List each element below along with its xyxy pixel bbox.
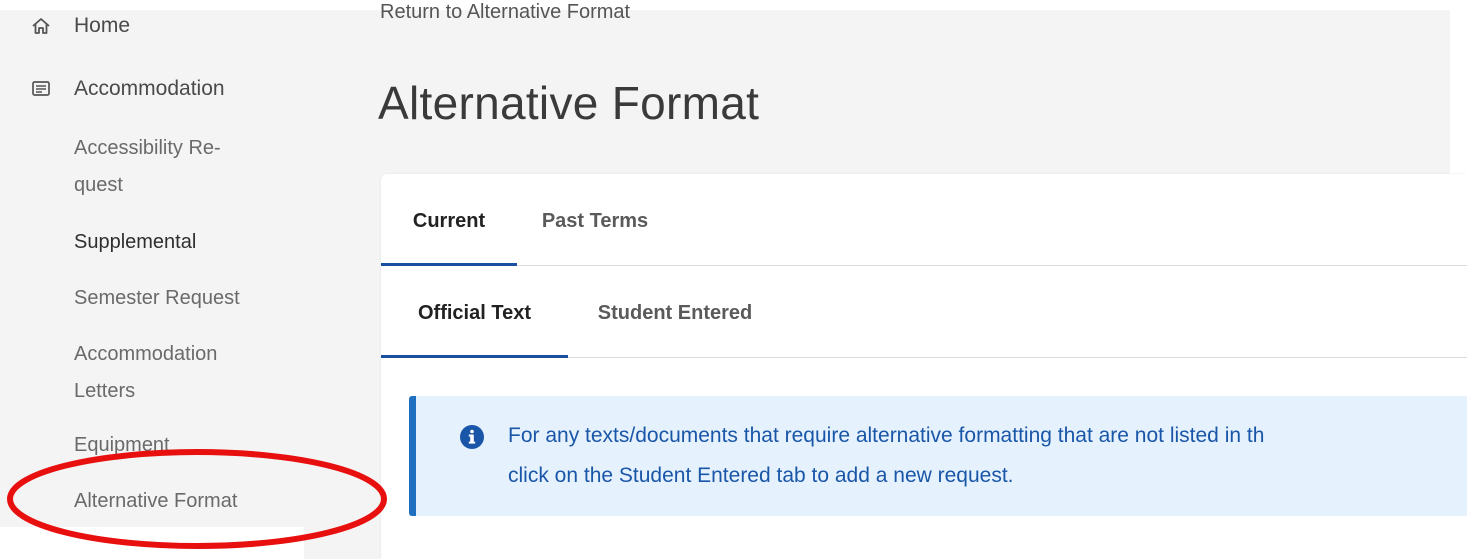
sidebar-item-equipment[interactable]: Equipment: [74, 427, 274, 464]
sidebar-item-alternative-format[interactable]: Alternative Format: [74, 483, 274, 520]
list-icon: [30, 78, 52, 100]
home-icon: [30, 15, 52, 37]
sidebar-item-label: Home: [74, 14, 131, 37]
alert-message: For any texts/documents that require alt…: [508, 416, 1467, 496]
alert-message-line: click on the Student Entered tab to add …: [508, 464, 1014, 487]
info-icon: [460, 425, 484, 449]
alert-message-line: For any texts/documents that require alt…: [508, 424, 1265, 447]
tab-past-terms[interactable]: Past Terms: [517, 174, 673, 266]
sidebar-item-supplemental[interactable]: Supplemental: [74, 224, 274, 261]
sidebar-item-semester-request[interactable]: Semester Request: [74, 280, 274, 317]
tab-student-entered[interactable]: Student Entered: [568, 266, 782, 358]
text-type-tabs: Official Text Student Entered: [381, 266, 1467, 358]
tab-official-text[interactable]: Official Text: [381, 266, 568, 358]
sidebar-item-accommodation-letters[interactable]: Accommodation Letters: [74, 336, 274, 410]
breadcrumb[interactable]: Return to Alternative Format: [380, 2, 630, 22]
sidebar-item-home[interactable]: Home: [30, 14, 130, 38]
info-alert: For any texts/documents that require alt…: [409, 396, 1467, 516]
sidebar-item-accessibility-request[interactable]: Accessibility Re- quest: [74, 130, 274, 204]
sidebar-item-label: Accommodation: [74, 77, 225, 100]
sidebar-item-accommodation[interactable]: Accommodation: [30, 77, 225, 101]
page-title: Alternative Format: [378, 77, 760, 129]
term-tabs: Current Past Terms: [381, 174, 1467, 266]
tab-current[interactable]: Current: [381, 174, 517, 266]
